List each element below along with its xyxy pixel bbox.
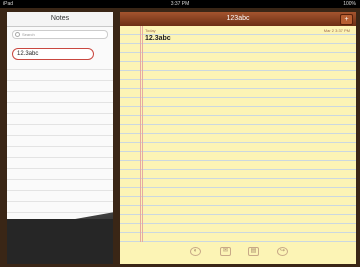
compass-icon[interactable]: ◐ — [190, 247, 201, 256]
list-lines — [7, 59, 113, 224]
note-toolbar: ◐ ✉ ▤ ↪ — [120, 242, 356, 264]
trash-icon[interactable]: ▤ — [248, 247, 259, 256]
list-item-note[interactable]: 12.3abc — [12, 48, 94, 60]
note-day: Today — [145, 28, 156, 33]
search-icon — [15, 32, 20, 37]
note-title: 123abc — [226, 15, 250, 22]
search-placeholder: Search — [22, 32, 35, 37]
search-input[interactable]: Search — [12, 30, 108, 39]
status-bar: iPad 3:37 PM 100% — [0, 0, 360, 8]
clock: 3:37 PM — [170, 1, 190, 7]
notes-list-pane: Notes Search 12.3abc — [7, 12, 113, 264]
note-date: Mar 2 3:37 PM — [323, 28, 350, 33]
notes-app-frame: Notes Search 12.3abc 123abc + Today Mar … — [0, 8, 360, 267]
notes-list-title: Notes — [7, 12, 113, 27]
note-paper[interactable] — [120, 26, 356, 242]
margin-line — [142, 26, 143, 242]
note-body[interactable]: 12.3abc — [145, 35, 171, 42]
battery-indicator: 100% — [343, 1, 356, 7]
list-bottom-area — [7, 219, 113, 264]
note-pane: 123abc + Today Mar 2 3:37 PM 12.3abc ◐ ✉… — [120, 12, 356, 264]
add-note-button[interactable]: + — [340, 14, 353, 25]
note-title-bar: 123abc + — [120, 12, 356, 26]
forward-icon[interactable]: ↪ — [277, 247, 288, 256]
share-icon[interactable]: ✉ — [220, 247, 231, 256]
margin-line — [140, 26, 141, 242]
